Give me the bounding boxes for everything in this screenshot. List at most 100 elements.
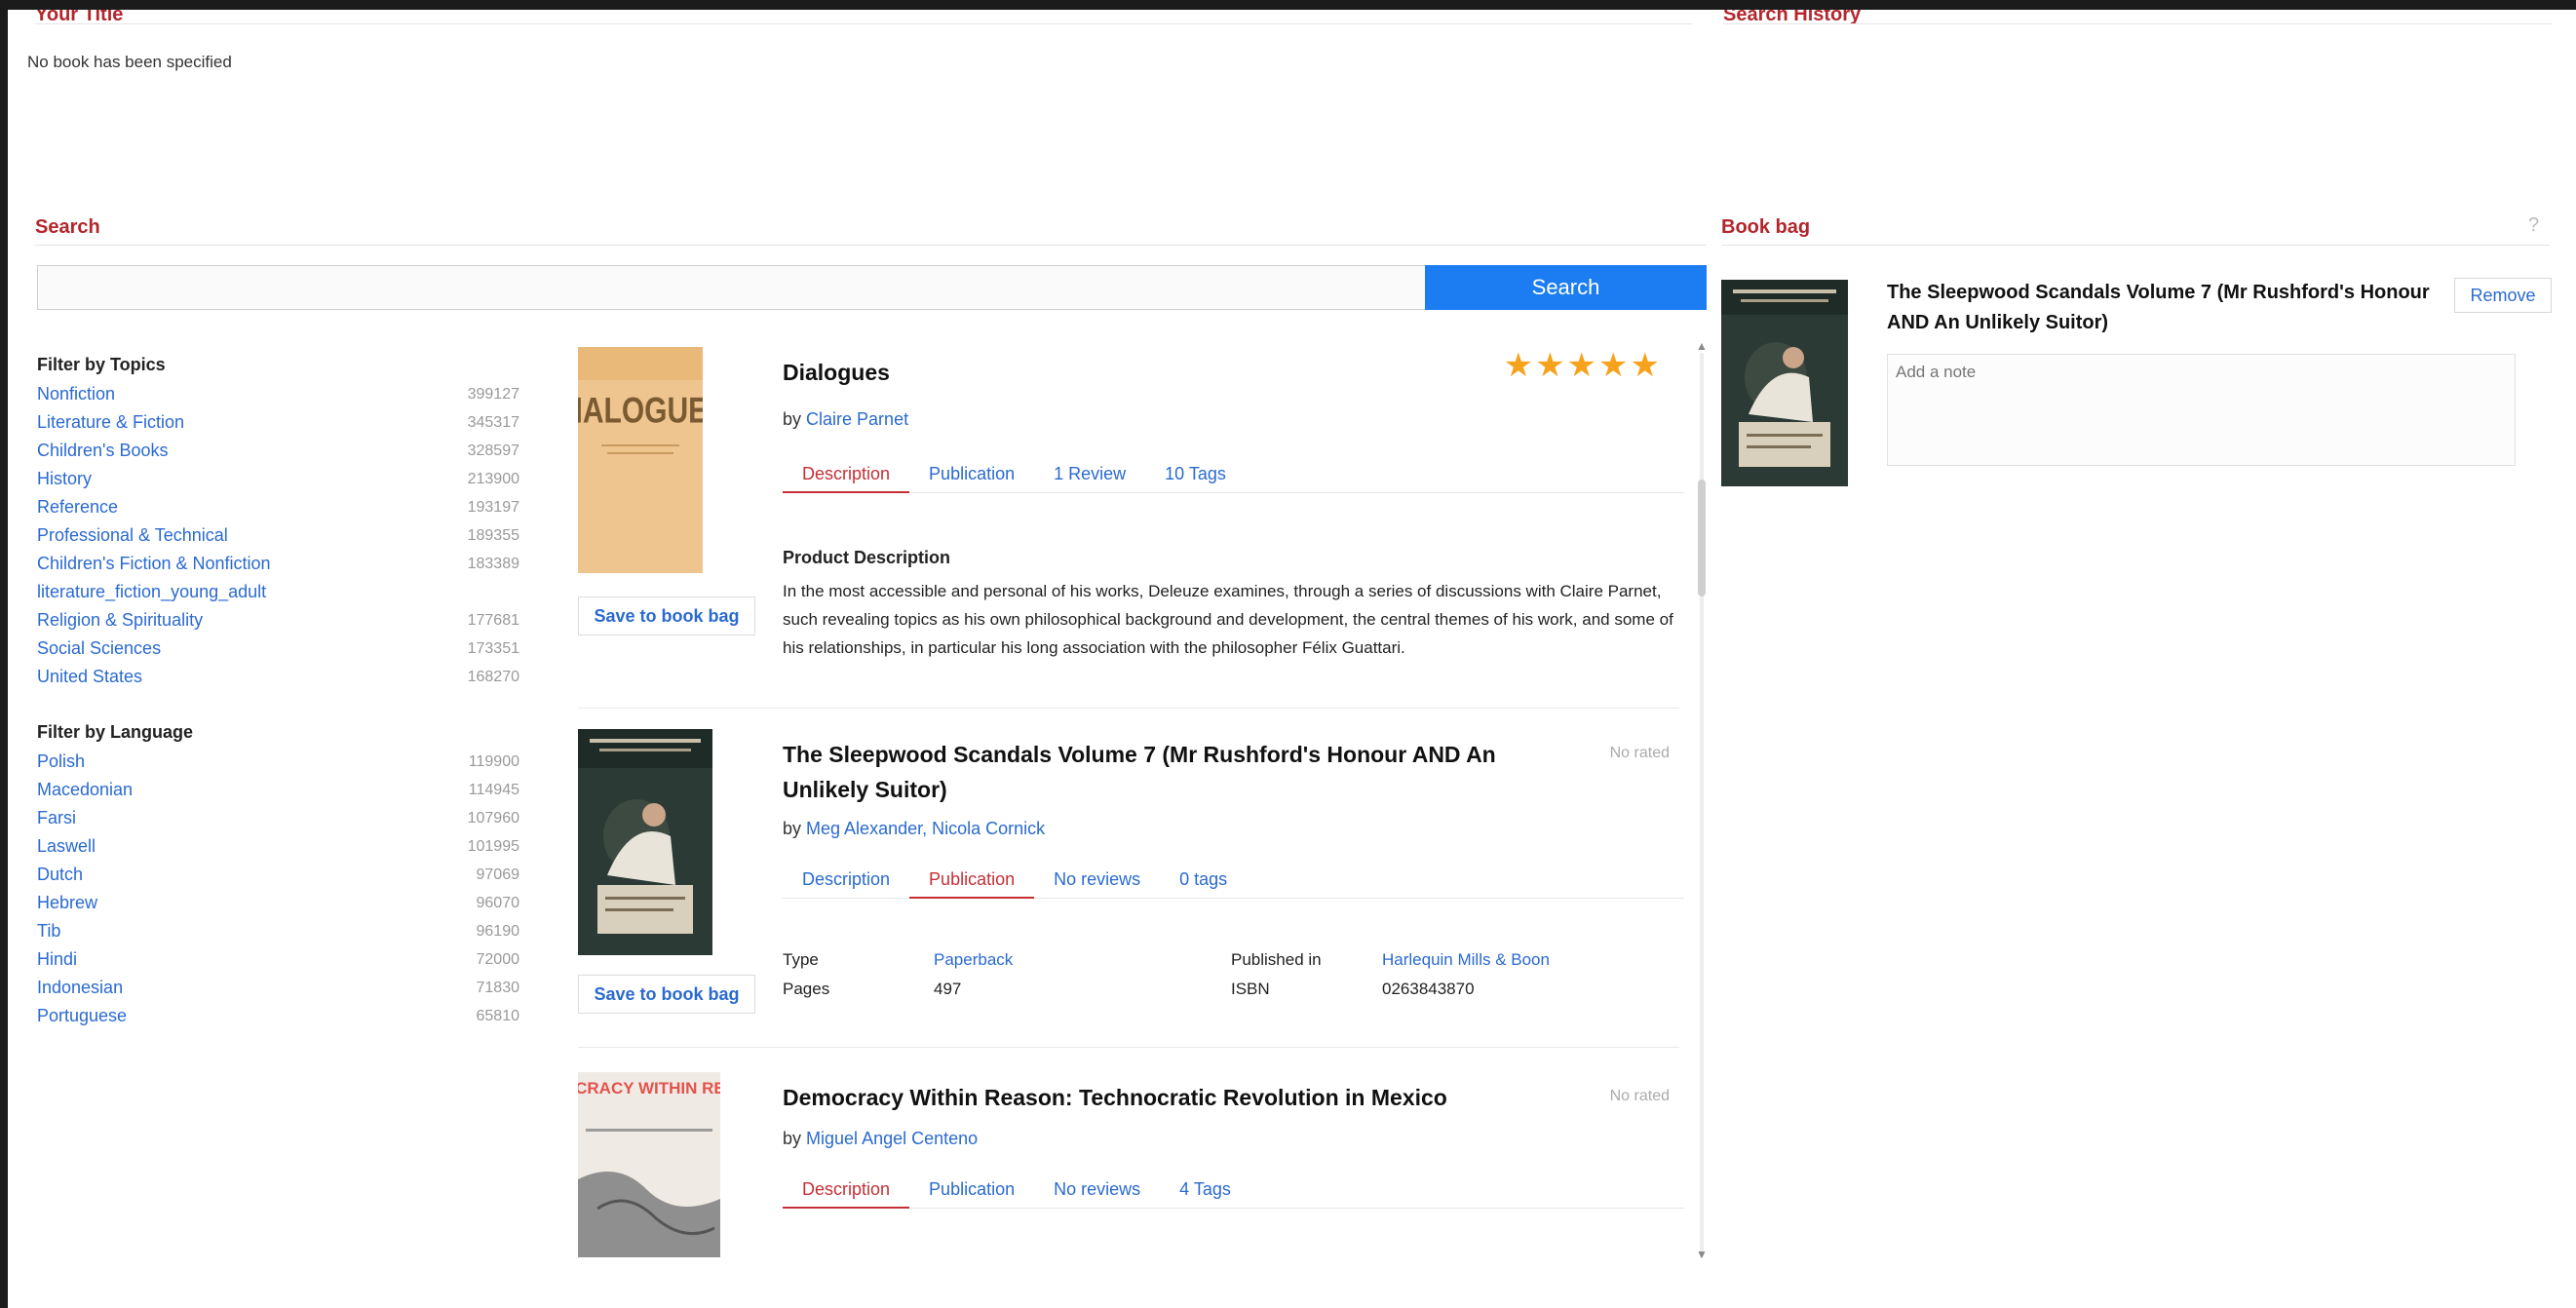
remove-button[interactable]: Remove xyxy=(2454,278,2552,313)
filter-name[interactable]: Indonesian xyxy=(37,974,123,1002)
filter-count: 119900 xyxy=(468,753,519,770)
topic-filter-item[interactable]: literature_fiction_young_adult xyxy=(37,578,519,606)
scroll-up-icon[interactable]: ▲ xyxy=(1696,339,1708,353)
language-filter-item[interactable]: Polish 119900 xyxy=(37,748,519,776)
search-input[interactable] xyxy=(37,265,1433,310)
filter-name[interactable]: Polish xyxy=(37,748,85,776)
language-filter-item[interactable]: Portuguese 65810 xyxy=(37,1002,519,1030)
published-label: Published in xyxy=(1231,950,1322,969)
tab-tags[interactable]: 0 tags xyxy=(1160,860,1247,899)
filter-name[interactable]: Hebrew xyxy=(37,889,97,917)
filter-name[interactable]: Children's Books xyxy=(37,437,169,465)
tab-reviews[interactable]: No reviews xyxy=(1034,1170,1160,1209)
tab-reviews[interactable]: No reviews xyxy=(1034,860,1160,899)
book-cover-sleepwood[interactable] xyxy=(578,729,712,955)
result-authors: by Miguel Angel Centeno xyxy=(783,1129,978,1149)
language-filter-item[interactable]: Farsi 107960 xyxy=(37,804,519,832)
published-value[interactable]: Harlequin Mills & Boon xyxy=(1382,945,1640,975)
book-bag-cover[interactable] xyxy=(1721,280,1848,491)
tab-tags[interactable]: 10 Tags xyxy=(1145,454,1246,493)
filter-name[interactable]: Hindi xyxy=(37,945,77,974)
topic-filter-item[interactable]: Reference 193197 xyxy=(37,493,519,521)
result-item: DEMOCRACY WITHIN REASON Democracy Within… xyxy=(578,1072,1689,1267)
save-to-book-bag-button[interactable]: Save to book bag xyxy=(578,975,755,1014)
filter-name[interactable]: Professional & Technical xyxy=(37,521,228,550)
language-filter-item[interactable]: Indonesian 71830 xyxy=(37,974,519,1002)
search-button[interactable]: Search xyxy=(1425,265,1707,310)
save-to-book-bag-button[interactable]: Save to book bag xyxy=(578,596,755,635)
filter-name[interactable]: Laswell xyxy=(37,832,96,861)
result-tabs: Description Publication No reviews 4 Tag… xyxy=(783,1170,1684,1209)
tab-publication[interactable]: Publication xyxy=(909,860,1035,899)
tab-description[interactable]: Description xyxy=(783,454,910,493)
type-value[interactable]: Paperback xyxy=(934,945,1231,975)
scroll-down-icon[interactable]: ▼ xyxy=(1696,1248,1708,1261)
results-scrollbar[interactable]: ▲ ▼ xyxy=(1696,339,1710,1261)
topic-filter-item[interactable]: Children's Books 328597 xyxy=(37,437,519,465)
language-filter-item[interactable]: Hebrew 96070 xyxy=(37,889,519,917)
cover-title-text: DIALOGUES xyxy=(578,390,703,431)
publication-details: Type Paperback Published in Harlequin Mi… xyxy=(783,945,1640,1004)
filter-name[interactable]: History xyxy=(37,465,92,493)
result-title[interactable]: Dialogues xyxy=(783,355,1582,390)
author-link[interactable]: Meg Alexander, Nicola Cornick xyxy=(806,819,1045,838)
filter-count: 328597 xyxy=(467,442,519,459)
book-cover-democracy[interactable]: DEMOCRACY WITHIN REASON xyxy=(578,1072,720,1257)
description-heading: Product Description xyxy=(783,548,951,567)
filter-name[interactable]: Farsi xyxy=(37,804,76,832)
topic-filter-item[interactable]: Children's Fiction & Nonfiction 183389 xyxy=(37,550,519,578)
filter-name[interactable]: Nonfiction xyxy=(37,380,115,408)
filter-name[interactable]: Reference xyxy=(37,493,118,521)
filter-name[interactable]: literature_fiction_young_adult xyxy=(37,578,266,606)
topic-filter-item[interactable]: History 213900 xyxy=(37,465,519,493)
language-filter-item[interactable]: Tib 96190 xyxy=(37,917,519,945)
filter-count: 213900 xyxy=(467,471,519,487)
topic-filter-item[interactable]: United States 168270 xyxy=(37,663,519,691)
publication-row: Type Paperback Published in Harlequin Mi… xyxy=(783,945,1640,975)
filter-name[interactable]: Children's Fiction & Nonfiction xyxy=(37,550,271,578)
book-cover-dialogues[interactable]: DIALOGUES xyxy=(578,347,703,573)
filter-count: 168270 xyxy=(467,669,519,685)
result-title[interactable]: Democracy Within Reason: Technocratic Re… xyxy=(783,1080,1582,1115)
author-link[interactable]: Miguel Angel Centeno xyxy=(806,1129,978,1148)
language-filter-item[interactable]: Macedonian 114945 xyxy=(37,776,519,804)
book-bag-item-title[interactable]: The Sleepwood Scandals Volume 7 (Mr Rush… xyxy=(1887,278,2433,338)
tab-reviews[interactable]: 1 Review xyxy=(1034,454,1145,493)
filter-name[interactable]: Social Sciences xyxy=(37,635,161,663)
topic-filter-item[interactable]: Literature & Fiction 345317 xyxy=(37,408,519,437)
rating-meta: No rated xyxy=(1609,1088,1670,1104)
language-filter-item[interactable]: Dutch 97069 xyxy=(37,861,519,889)
topic-filter-item[interactable]: Professional & Technical 189355 xyxy=(37,521,519,550)
filter-count: 399127 xyxy=(467,386,519,403)
result-item: DIALOGUES Save to book bag Dialogues ★ ★… xyxy=(578,347,1689,709)
book-bag-notes-field[interactable] xyxy=(1887,354,2516,466)
help-icon[interactable]: ? xyxy=(2528,214,2539,237)
topic-filter-item[interactable]: Religion & Spirituality 177681 xyxy=(37,606,519,635)
language-filter-item[interactable]: Hindi 72000 xyxy=(37,945,519,974)
author-link[interactable]: Claire Parnet xyxy=(806,409,908,429)
filter-name[interactable]: United States xyxy=(37,663,142,691)
results-list[interactable]: DIALOGUES Save to book bag Dialogues ★ ★… xyxy=(578,339,1699,1267)
scrollbar-thumb[interactable] xyxy=(1698,480,1706,596)
filter-name[interactable]: Dutch xyxy=(37,861,83,889)
divider xyxy=(35,245,1707,246)
tab-description[interactable]: Description xyxy=(783,1170,910,1209)
rating-stars: ★ ★ ★ ★ ★ xyxy=(1504,349,1660,382)
tab-publication[interactable]: Publication xyxy=(909,454,1034,493)
filter-count: 189355 xyxy=(467,527,519,544)
filter-name[interactable]: Literature & Fiction xyxy=(37,408,184,437)
tab-description[interactable]: Description xyxy=(783,860,909,899)
tab-tags[interactable]: 4 Tags xyxy=(1160,1170,1250,1209)
result-authors: by Claire Parnet xyxy=(783,409,908,430)
star-icon: ★ xyxy=(1630,347,1660,384)
filter-name[interactable]: Tib xyxy=(37,917,60,945)
filter-name[interactable]: Portuguese xyxy=(37,1002,127,1030)
topic-filter-item[interactable]: Social Sciences 173351 xyxy=(37,635,519,663)
result-title[interactable]: The Sleepwood Scandals Volume 7 (Mr Rush… xyxy=(783,737,1582,807)
topic-filter-item[interactable]: Nonfiction 399127 xyxy=(37,380,519,408)
star-icon: ★ xyxy=(1535,347,1565,384)
tab-publication[interactable]: Publication xyxy=(909,1170,1034,1209)
language-filter-item[interactable]: Laswell 101995 xyxy=(37,832,519,861)
filter-name[interactable]: Religion & Spirituality xyxy=(37,606,203,635)
filter-name[interactable]: Macedonian xyxy=(37,776,133,804)
